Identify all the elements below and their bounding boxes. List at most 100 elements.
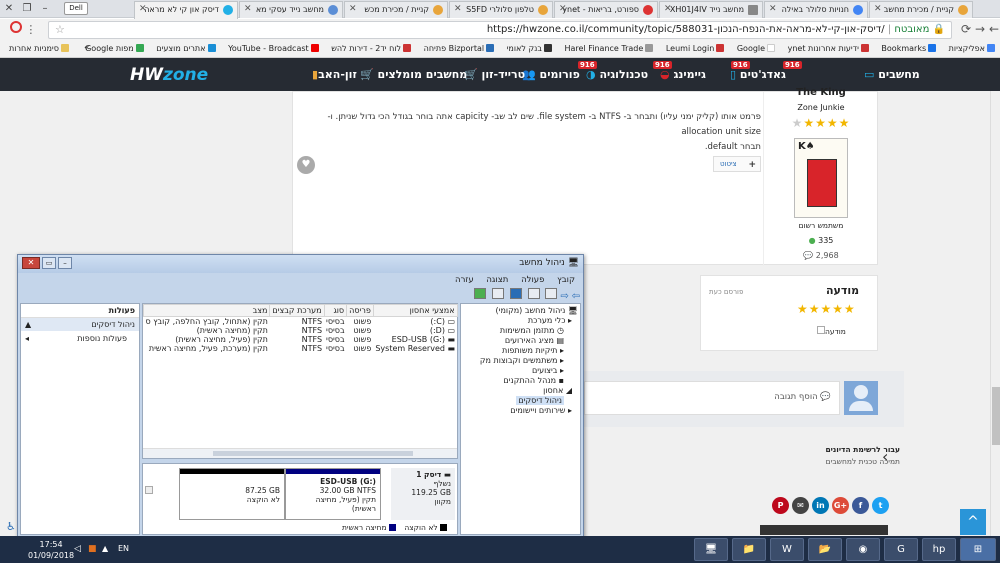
table-row[interactable]: ▭ (D:) פשוט בסיסי NTFS תקין (מחיצה ראשית… bbox=[144, 326, 458, 335]
tab-4[interactable]: ✕ ספורט, בריאות - ynet bbox=[554, 1, 658, 18]
col-status[interactable]: מצב bbox=[142, 304, 271, 317]
volume-icon[interactable]: ◁ bbox=[74, 544, 81, 554]
close-window-icon[interactable]: ✕ bbox=[0, 0, 18, 18]
scrollbar-thumb[interactable] bbox=[991, 387, 1000, 445]
tree-system-tools[interactable]: ▸ כלי מערכת bbox=[461, 316, 580, 326]
language-indicator[interactable]: EN bbox=[118, 544, 129, 553]
action-more-actions[interactable]: פעולות נוספות ◂ bbox=[21, 331, 139, 343]
taskbar-word-icon[interactable]: W bbox=[770, 538, 804, 561]
bookmark-5[interactable]: Harel Finance Trade bbox=[560, 41, 659, 53]
menu-dots-icon[interactable]: ⋮ bbox=[25, 23, 36, 36]
tab-1[interactable]: ✕ מחשב נייד עסקי מא bbox=[239, 1, 343, 18]
tree-event-viewer[interactable]: ▤ מציג האירועים bbox=[461, 336, 580, 346]
tray-arrow-icon[interactable]: ▲ bbox=[102, 544, 108, 553]
tab-3[interactable]: ✕ טלפון סלולרי S5FD bbox=[449, 1, 553, 18]
properties-icon[interactable] bbox=[491, 288, 504, 299]
menu-help[interactable]: עזרה bbox=[455, 275, 474, 285]
tab-2[interactable]: ✕ קניית / מכירת מכש bbox=[344, 1, 448, 18]
nav-item-tradezone[interactable]: 🛒 טרייד-זון bbox=[464, 68, 525, 81]
col-volume[interactable]: אמצעי אחסון bbox=[372, 304, 458, 317]
email-icon[interactable]: ✉ bbox=[792, 497, 809, 514]
col-type[interactable]: סוג bbox=[323, 304, 348, 317]
tree-storage[interactable]: ◢ אחסון bbox=[461, 386, 580, 396]
office-tray-icon[interactable]: ■ bbox=[88, 544, 97, 554]
up-level-icon[interactable] bbox=[545, 288, 558, 299]
author-avatar[interactable]: K♠ bbox=[794, 138, 848, 218]
close-tab-icon[interactable]: ✕ bbox=[244, 4, 252, 14]
maximize-icon[interactable]: ▭ bbox=[42, 257, 56, 269]
omnibox[interactable]: 🔒 מאובטח | https://hwzone.co.il/communit… bbox=[48, 21, 952, 39]
nav-item-computers[interactable]: ▭ מחשבים bbox=[864, 68, 920, 81]
table-row[interactable]: ▭ (C:) פשוט בסיסי NTFS תקין (אתחול, קובץ… bbox=[144, 317, 458, 326]
taskbar-chrome-icon[interactable]: ◉ bbox=[846, 538, 880, 561]
partition-esd-usb[interactable]: ESD-USB (G:) 32.00 GB NTFS תקין (פעיל, מ… bbox=[285, 468, 381, 520]
scroll-square[interactable] bbox=[145, 486, 153, 494]
minimize-window-icon[interactable]: – bbox=[36, 0, 54, 18]
close-tab-icon[interactable]: ✕ bbox=[559, 4, 567, 14]
bookmark-11[interactable]: מפות Google bbox=[80, 41, 149, 53]
table-row[interactable]: ▬ System Reserved פשוט בסיסי NTFS תקין (… bbox=[144, 344, 458, 353]
show-tree-icon[interactable] bbox=[527, 288, 540, 299]
taskbar-hp-icon[interactable]: hp bbox=[922, 538, 956, 561]
bookmark-8[interactable]: לוח יד2 - דירות להש bbox=[326, 41, 416, 53]
menu-view[interactable]: תצוגה bbox=[486, 275, 508, 285]
tab-6[interactable]: ✕ חנויות סלולר באילה bbox=[764, 1, 868, 18]
star-bookmark-icon[interactable]: ☆ bbox=[55, 23, 65, 36]
tree-performance[interactable]: ▸ ביצועים bbox=[461, 366, 580, 376]
pinterest-icon[interactable]: P bbox=[772, 497, 789, 514]
tree-local-users[interactable]: ▸ משתמשים וקבוצות מק bbox=[461, 356, 580, 366]
taskbar-explorer-icon[interactable]: 📁 bbox=[732, 538, 766, 561]
nav-item-recommended[interactable]: 🛒 מחשבים מומלצים bbox=[360, 68, 467, 81]
partition-unallocated[interactable]: 87.25 GB לא הוקצה bbox=[179, 468, 285, 520]
tree-disk-management[interactable]: ניהול דיסקים bbox=[461, 396, 580, 406]
back-to-topics[interactable]: עבור לרשימת הדיונים תמיכה טכנית למחשבים … bbox=[800, 445, 900, 475]
more-bookmarks-icon[interactable]: » bbox=[84, 43, 90, 53]
profile-badge[interactable]: Dell bbox=[64, 2, 88, 15]
nav-item-forums[interactable]: 👥 פורומים bbox=[522, 68, 580, 81]
tree-shared-folders[interactable]: ▸ תיקיות משותפות bbox=[461, 346, 580, 356]
twitter-icon[interactable]: t bbox=[872, 497, 889, 514]
close-tab-icon[interactable]: ✕ bbox=[349, 4, 357, 14]
close-tab-icon[interactable]: ✕ bbox=[454, 4, 462, 14]
bookmark-apps[interactable]: אפליקציות bbox=[944, 41, 1000, 53]
back-arrow-icon[interactable]: ⇦ bbox=[572, 291, 580, 302]
restore-window-icon[interactable]: ❐ bbox=[18, 0, 36, 18]
table-row[interactable]: ▬ ESD-USB (G:) פשוט בסיסי NTFS תקין (פעי… bbox=[144, 335, 458, 344]
linkedin-icon[interactable]: in bbox=[812, 497, 829, 514]
menu-action[interactable]: פעולה bbox=[521, 275, 544, 285]
author-name[interactable]: The King bbox=[764, 87, 878, 98]
bookmark-2[interactable]: ידיעות אחרונות ynet bbox=[783, 41, 874, 53]
tab-0[interactable]: ✕ דיסק און קי לא מראה bbox=[134, 1, 238, 19]
bookmark-1[interactable]: Bookmarks bbox=[876, 41, 941, 53]
tab-7[interactable]: ✕ קניית / מכירת מחשב bbox=[869, 1, 973, 18]
close-tab-icon[interactable]: ✕ bbox=[139, 4, 147, 14]
nav-item-gadgets[interactable]: ▯ גאדג'טים bbox=[730, 68, 786, 81]
tree-device-manager[interactable]: ▪ מנהל ההתקנים bbox=[461, 376, 580, 386]
accessibility-icon[interactable]: ♿ bbox=[6, 520, 16, 533]
taskbar-folder-icon[interactable]: 📂 bbox=[808, 538, 842, 561]
tab-5[interactable]: ✕ מחשב נייד XH01J4IV bbox=[659, 1, 763, 18]
close-tab-icon[interactable]: ✕ bbox=[664, 4, 672, 14]
facebook-icon[interactable]: f bbox=[852, 497, 869, 514]
quote-button[interactable]: + ציטוט bbox=[713, 156, 761, 172]
start-button[interactable]: ⊞ bbox=[960, 538, 996, 561]
bookmark-7[interactable]: Bizportal פתיחה bbox=[419, 41, 499, 53]
close-icon[interactable]: ✕ bbox=[22, 257, 40, 269]
reply-input[interactable]: 💬 הוסף תגובה bbox=[584, 381, 840, 415]
bookmark-9[interactable]: YouTube - Broadcast bbox=[223, 41, 324, 53]
site-logo[interactable]: HWzone bbox=[130, 65, 208, 85]
close-tab-icon[interactable]: ✕ bbox=[874, 4, 882, 14]
page-scrollbar[interactable] bbox=[990, 91, 1000, 536]
help-icon[interactable] bbox=[509, 288, 522, 299]
forward-arrow-icon[interactable]: ⇨ bbox=[560, 291, 568, 302]
col-layout[interactable]: פריסה bbox=[346, 304, 374, 317]
action-disk-management[interactable]: ניהול דיסקים ▲ bbox=[21, 318, 139, 331]
clock[interactable]: 17:54 01/09/2018 bbox=[28, 539, 74, 561]
menu-file[interactable]: קובץ bbox=[557, 275, 575, 285]
other-bookmarks[interactable]: סימניות אחרות bbox=[4, 41, 74, 53]
google-plus-icon[interactable]: G+ bbox=[832, 497, 849, 514]
tree-root[interactable]: 🖥 ניהול מחשב (מקומי) bbox=[461, 306, 580, 316]
horizontal-scrollbar[interactable] bbox=[143, 448, 457, 458]
back-icon[interactable]: ← bbox=[986, 22, 1000, 36]
nav-item-gaming[interactable]: ◒ גיימינג bbox=[660, 68, 706, 81]
